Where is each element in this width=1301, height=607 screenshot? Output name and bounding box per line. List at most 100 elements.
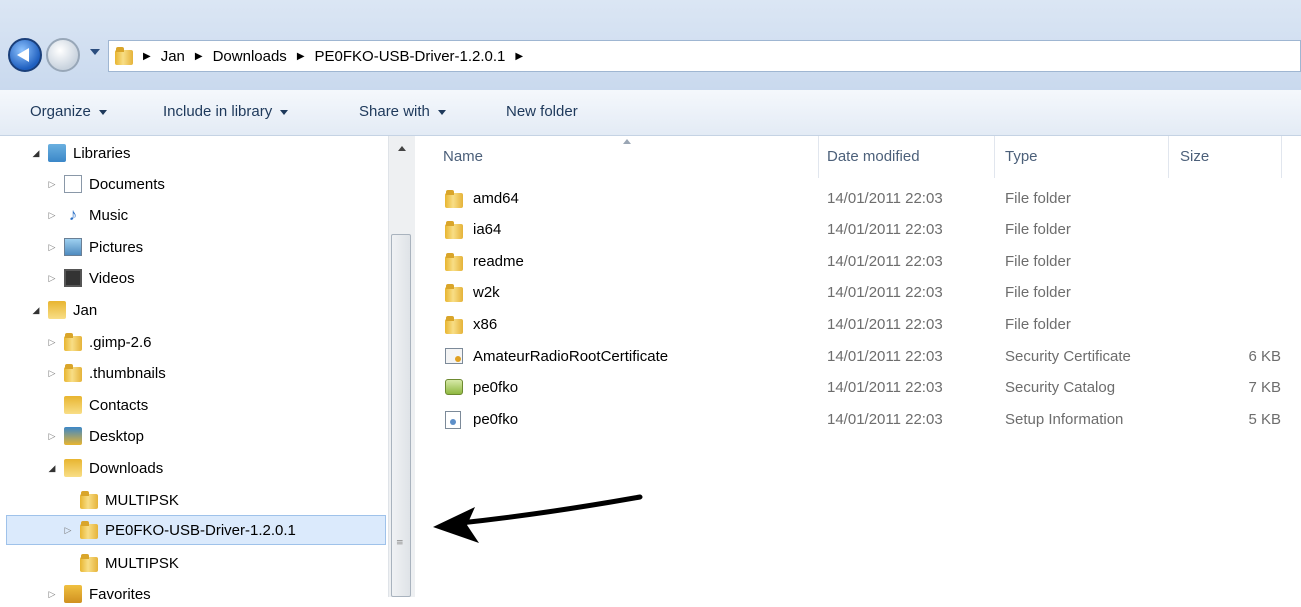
file-row[interactable]: pe0fko 14/01/2011 22:03 Setup Informatio… [415, 405, 1301, 435]
organize-button[interactable]: Organize [30, 103, 107, 120]
file-name: ia64 [473, 221, 502, 238]
column-header-size[interactable]: Size [1180, 148, 1209, 165]
nav-item-label: MULTIPSK [105, 554, 179, 572]
column-header-type[interactable]: Type [1005, 148, 1038, 165]
file-row[interactable]: x86 14/01/2011 22:03 File folder [415, 310, 1301, 340]
breadcrumb-separator-icon[interactable]: ▶ [195, 51, 203, 62]
file-name: w2k [473, 284, 500, 301]
file-date: 14/01/2011 22:03 [827, 411, 943, 428]
breadcrumb-item[interactable]: Downloads [213, 48, 287, 65]
nav-item-documents[interactable]: ▷ Documents [46, 171, 165, 197]
folder-icon [445, 284, 463, 302]
column-header-date[interactable]: Date modified [827, 148, 920, 165]
expand-icon[interactable]: ▷ [62, 525, 74, 536]
nav-item-gimp[interactable]: ▷ .gimp-2.6 [46, 329, 152, 355]
folder-icon [445, 221, 463, 239]
column-divider[interactable] [1281, 136, 1282, 178]
documents-icon [64, 175, 82, 193]
music-icon: ♪ [68, 205, 78, 224]
nav-item-desktop[interactable]: ▷ Desktop [46, 423, 144, 449]
file-date: 14/01/2011 22:03 [827, 253, 943, 270]
breadcrumb-separator-icon[interactable]: ▶ [297, 51, 305, 62]
nav-item-libraries[interactable]: ◢ Libraries [30, 140, 131, 166]
file-type: File folder [1005, 316, 1071, 333]
breadcrumb-item[interactable]: Jan [161, 48, 185, 65]
file-size: 5 KB [1248, 411, 1281, 428]
file-row[interactable]: pe0fko 14/01/2011 22:03 Security Catalog… [415, 373, 1301, 403]
breadcrumb-item[interactable]: PE0FKO-USB-Driver-1.2.0.1 [315, 48, 506, 65]
videos-icon [64, 269, 82, 287]
nav-item-jan[interactable]: ◢ Jan [30, 297, 97, 323]
column-divider[interactable] [1168, 136, 1169, 178]
collapse-icon[interactable]: ◢ [46, 463, 58, 474]
file-type: Security Catalog [1005, 379, 1116, 396]
file-name: readme [473, 253, 524, 270]
expand-icon[interactable]: ▷ [46, 368, 58, 379]
expand-icon[interactable]: ▷ [46, 242, 58, 253]
file-row[interactable]: readme 14/01/2011 22:03 File folder [415, 247, 1301, 277]
folder-icon [64, 333, 82, 351]
column-header-name[interactable]: Name [443, 148, 483, 165]
scroll-up-arrow-icon[interactable] [398, 146, 406, 151]
breadcrumb-separator-icon[interactable]: ▶ [143, 51, 151, 62]
recent-pages-dropdown-icon[interactable] [90, 49, 100, 55]
breadcrumb-separator-icon[interactable]: ▶ [515, 51, 523, 62]
nav-item-music[interactable]: ▷ ♪ Music [46, 202, 129, 228]
file-type: File folder [1005, 221, 1071, 238]
nav-item-label: Libraries [73, 144, 131, 162]
nav-item-thumbnails[interactable]: ▷ .thumbnails [46, 360, 166, 386]
collapse-icon[interactable]: ◢ [30, 305, 42, 316]
expand-icon[interactable]: ▷ [46, 337, 58, 348]
share-with-label: Share with [359, 103, 430, 120]
nav-item-label: Downloads [89, 459, 164, 477]
nav-item-multipsk-2[interactable]: MULTIPSK [80, 550, 179, 576]
expand-icon[interactable]: ▷ [46, 179, 58, 190]
file-date: 14/01/2011 22:03 [827, 348, 943, 365]
nav-item-pe0fko-driver[interactable]: ▷ PE0FKO-USB-Driver-1.2.0.1 [62, 517, 296, 543]
nav-item-videos[interactable]: ▷ Videos [46, 265, 135, 291]
pictures-icon [64, 238, 82, 256]
scrollbar-thumb[interactable]: ≡ [391, 234, 411, 597]
forward-button[interactable] [46, 38, 80, 72]
nav-item-label: Pictures [89, 238, 144, 256]
desktop-icon [64, 427, 82, 445]
chevron-down-icon [98, 109, 107, 115]
nav-item-label: MULTIPSK [105, 491, 179, 509]
expand-icon[interactable]: ▷ [46, 273, 58, 284]
nav-item-multipsk[interactable]: MULTIPSK [80, 487, 179, 513]
share-with-button[interactable]: Share with [359, 103, 446, 120]
file-name: amd64 [473, 190, 519, 207]
address-bar-area: ▶ Jan ▶ Downloads ▶ PE0FKO-USB-Driver-1.… [0, 0, 1301, 90]
expand-icon[interactable]: ▷ [46, 589, 58, 600]
certificate-icon [445, 348, 463, 364]
nav-item-downloads[interactable]: ◢ Downloads [46, 455, 163, 481]
expand-icon[interactable]: ▷ [46, 210, 58, 221]
file-row[interactable]: ia64 14/01/2011 22:03 File folder [415, 215, 1301, 245]
nav-item-label: .thumbnails [89, 364, 166, 382]
nav-item-favorites[interactable]: ▷ Favorites [46, 581, 151, 607]
nav-scrollbar[interactable]: ≡ [388, 136, 415, 597]
file-date: 14/01/2011 22:03 [827, 379, 943, 396]
back-button[interactable] [8, 38, 42, 72]
favorites-icon [64, 585, 82, 603]
user-folder-icon [48, 301, 66, 319]
include-in-library-button[interactable]: Include in library [163, 103, 289, 120]
new-folder-label: New folder [506, 103, 578, 120]
file-name: pe0fko [473, 411, 519, 428]
file-name: x86 [473, 316, 498, 333]
file-row[interactable]: w2k 14/01/2011 22:03 File folder [415, 278, 1301, 308]
chevron-down-icon [280, 109, 289, 115]
collapse-icon[interactable]: ◢ [30, 148, 42, 159]
column-divider[interactable] [994, 136, 995, 178]
annotation-arrow-icon [433, 494, 643, 543]
nav-item-pictures[interactable]: ▷ Pictures [46, 234, 143, 260]
nav-item-contacts[interactable]: Contacts [64, 392, 148, 418]
column-divider[interactable] [818, 136, 819, 178]
file-row[interactable]: amd64 14/01/2011 22:03 File folder [415, 184, 1301, 214]
address-input[interactable]: ▶ Jan ▶ Downloads ▶ PE0FKO-USB-Driver-1.… [108, 40, 1301, 72]
expand-icon[interactable]: ▷ [46, 431, 58, 442]
file-name: AmateurRadioRootCertificate [473, 348, 669, 365]
new-folder-button[interactable]: New folder [506, 103, 578, 120]
file-row[interactable]: AmateurRadioRootCertificate 14/01/2011 2… [415, 342, 1301, 372]
folder-icon [115, 47, 133, 65]
